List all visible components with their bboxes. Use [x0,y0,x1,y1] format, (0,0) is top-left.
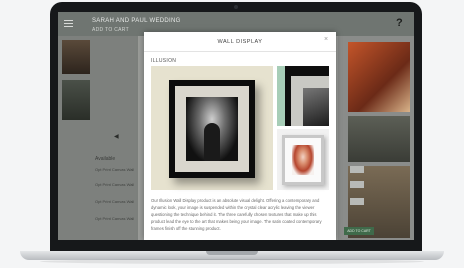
gallery-thumbnail[interactable] [348,116,410,162]
laptop-base-notch [206,251,258,255]
black-frame [169,80,255,178]
product-row[interactable]: Opt Print Canvas Wall [95,216,134,221]
modal-title: WALL DISPLAY [217,39,263,45]
help-button[interactable]: ? [396,17,403,29]
quantity-field[interactable] [350,198,364,205]
previous-arrow-icon[interactable]: ◀ [114,133,119,140]
gallery-thumbnail[interactable] [62,80,90,120]
wall-display-modal: WALL DISPLAY × ILLUSION Our Illusion Wal… [144,32,336,240]
frame-mat [175,86,249,172]
portrait-photo [186,97,238,161]
camera [234,5,238,9]
main-product-image[interactable] [151,66,273,190]
screen: SARAH AND PAUL WEDDING ADD TO CART ? ◀ ▶… [58,12,414,240]
menu-icon[interactable] [64,20,73,27]
laptop-shadow [40,259,424,264]
white-frame [282,135,324,185]
quantity-field[interactable] [350,181,364,188]
modal-header: WALL DISPLAY × [144,32,336,52]
gallery-thumbnail[interactable] [348,42,410,112]
quantity-field[interactable] [350,166,364,173]
add-to-cart-button[interactable]: ADD TO CART [344,227,374,235]
app-title: SARAH AND PAUL WEDDING [92,18,181,24]
portrait-photo-red-hair [292,145,314,175]
product-row[interactable]: Opt Print Canvas Wall [95,182,134,187]
product-description: Our Illusion Wall Display product is an … [151,198,322,231]
section-label: Available [95,156,116,162]
product-row[interactable]: Opt Print Canvas Wall [95,199,134,204]
product-option-label: ILLUSION [151,58,177,64]
detail-product-image[interactable] [277,66,329,126]
product-row[interactable]: Opt Print Canvas Wall [95,167,134,172]
app-subtitle: ADD TO CART [92,27,129,33]
close-icon[interactable]: × [324,36,328,43]
gallery-thumbnail[interactable] [62,40,90,74]
secondary-product-image[interactable] [277,129,329,190]
photo-detail [303,88,329,126]
figure-silhouette [204,123,220,161]
